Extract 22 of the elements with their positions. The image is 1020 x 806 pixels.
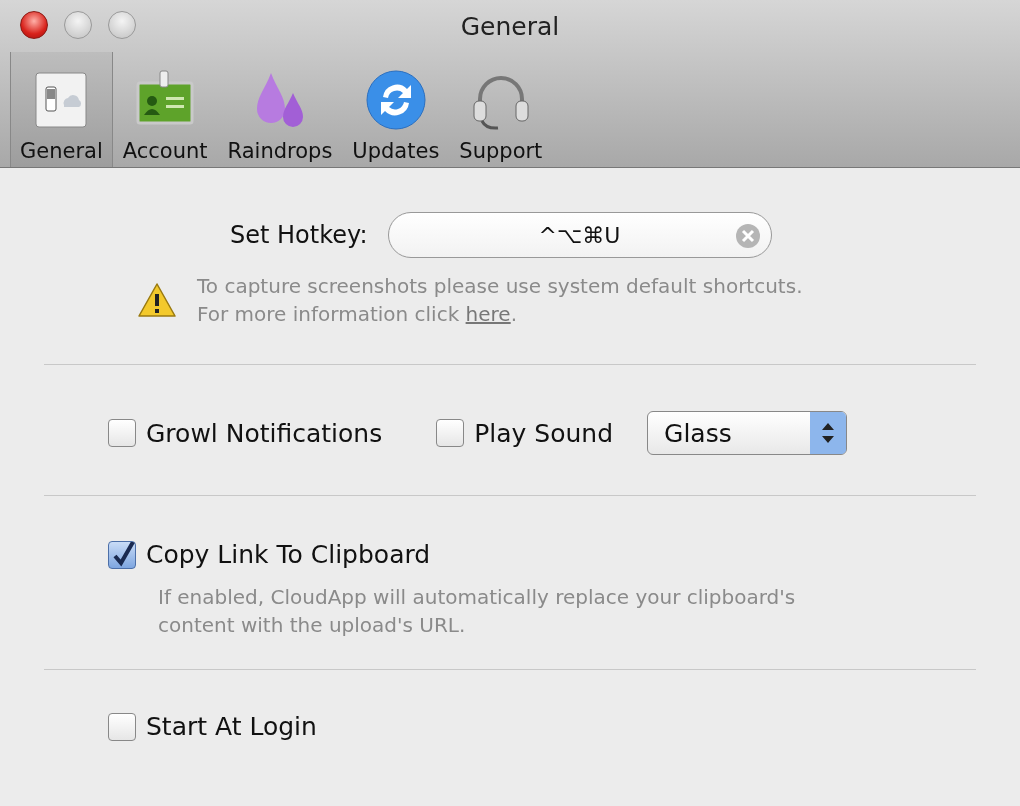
zoom-button[interactable]	[108, 11, 136, 39]
checkbox[interactable]: Play Sound	[436, 418, 614, 448]
toolbar-tab[interactable]: Updates	[342, 52, 450, 167]
checkbox[interactable]: Copy Link To Clipboard	[108, 540, 431, 569]
toolbar-tab[interactable]: Raindrops	[217, 52, 343, 167]
hotkey-field[interactable]: ^⌥⌘U	[387, 212, 772, 258]
sound-dropdown[interactable]: Glass	[647, 411, 848, 455]
toolbar-tab[interactable]: General	[10, 52, 113, 167]
minimize-button[interactable]	[64, 11, 92, 39]
checkbox[interactable]: Start At Login	[108, 712, 317, 741]
warning-text: To capture screenshots please use system default shortcuts. For more information click here.	[197, 273, 803, 328]
field-label: Set Hotkey:	[230, 221, 368, 249]
close-button[interactable]	[20, 11, 48, 39]
help-link[interactable]: here	[465, 302, 511, 326]
window-title: General	[460, 11, 560, 41]
checkbox[interactable]: Growl Notifications	[108, 418, 383, 448]
warning-icon	[137, 282, 177, 318]
clear-icon	[734, 223, 761, 249]
stepper-icon	[810, 412, 847, 454]
toolbar-tab[interactable]: Support	[449, 52, 553, 167]
option-description: If enabled, CloudApp will automatically replace your clipboard's content with the upload's URL.	[157, 584, 797, 639]
toolbar-tab[interactable]: Account	[112, 52, 218, 167]
